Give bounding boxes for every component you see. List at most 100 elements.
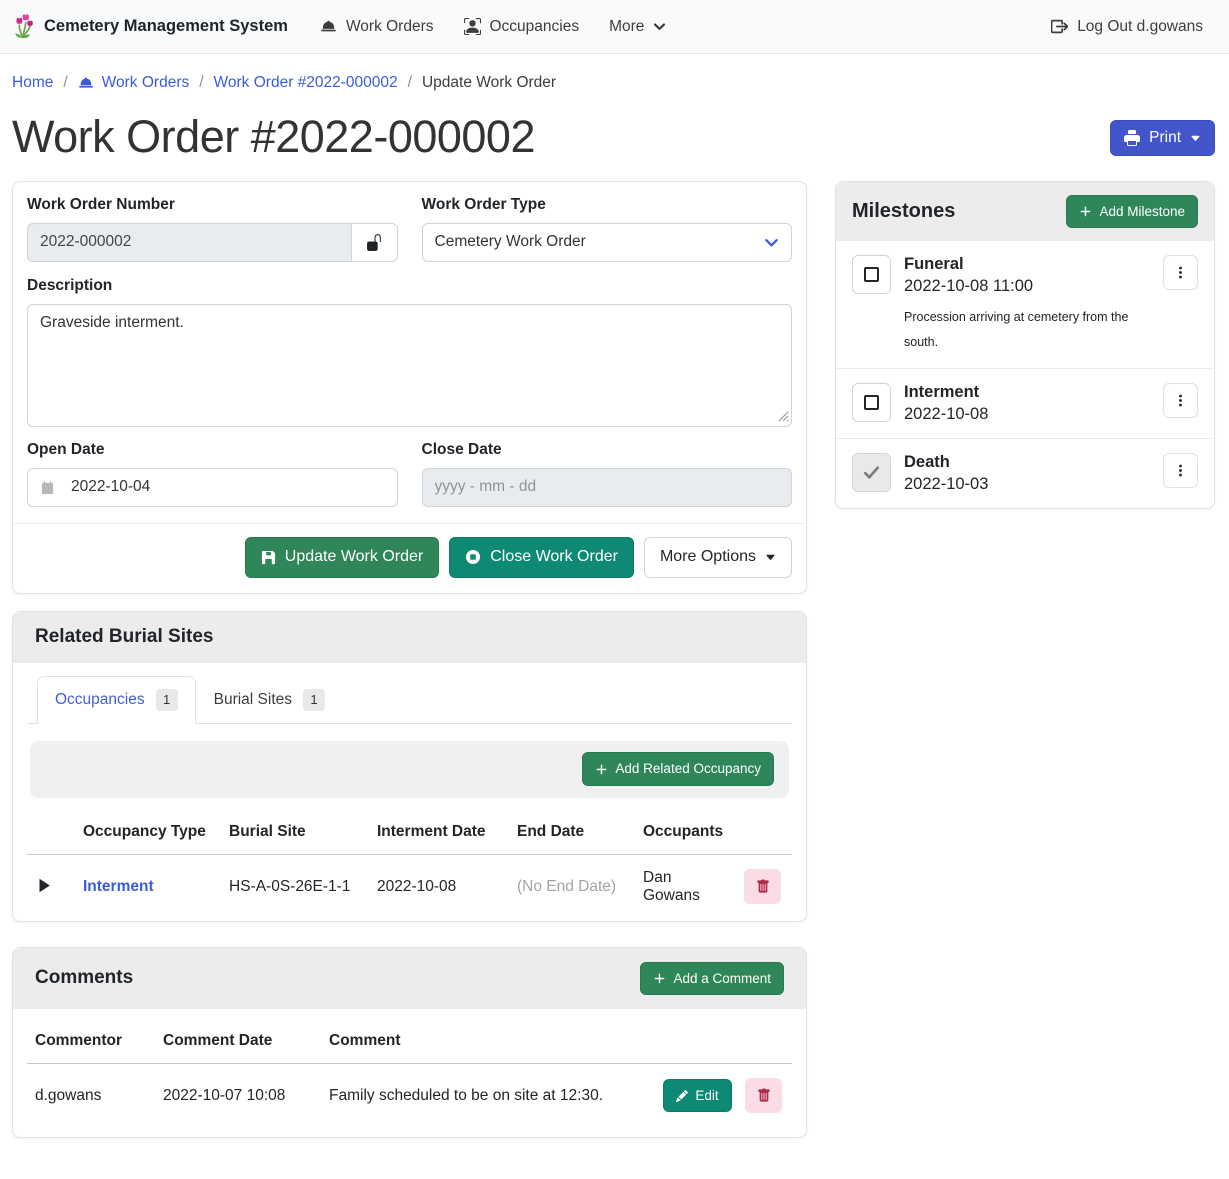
main-content: Work Order Number Work Order [0,181,1229,1179]
column-header-interment-date: Interment Date [369,810,509,855]
nav-menu: Work Orders Occupancies More [320,18,667,36]
nav-item-work-orders[interactable]: Work Orders [320,18,434,36]
person-bounding-box-icon [464,18,481,35]
nav-item-label: More [609,18,644,36]
occupancy-table-row: Interment HS-A-0S-26E-1-1 2022-10-08 (No… [27,854,792,919]
tab-label: Burial Sites [214,691,292,709]
milestone-menu-button[interactable] [1163,383,1198,418]
tab-occupancies[interactable]: Occupancies 1 [37,676,196,724]
comments-card: Comments Add a Comment Commentor Comment… [12,947,807,1139]
milestone-checkbox-checked[interactable] [852,453,891,492]
add-related-occupancy-button[interactable]: Add Related Occupancy [582,752,774,786]
more-options-label: More Options [660,547,756,568]
print-label: Print [1149,129,1181,147]
checkbox-unchecked-icon [864,395,879,410]
delete-occupancy-button[interactable] [744,869,781,904]
tulips-logo-icon [12,13,35,40]
add-related-occupancy-label: Add Related Occupancy [615,760,761,778]
open-date-label: Open Date [27,441,398,459]
milestone-name: Interment [904,383,1150,402]
trash-icon [757,1088,771,1103]
nav-item-more[interactable]: More [609,18,666,36]
tab-label: Occupancies [55,691,145,709]
column-header-actions [655,1019,792,1064]
interment-date-cell: 2022-10-08 [369,854,509,919]
update-work-order-button[interactable]: Update Work Order [245,537,439,578]
save-icon [261,550,276,565]
add-milestone-button[interactable]: Add Milestone [1066,195,1198,229]
plus-icon [653,972,666,985]
printer-icon [1124,130,1140,146]
milestone-checkbox[interactable] [852,255,891,294]
burial-site-cell: HS-A-0S-26E-1-1 [221,854,369,919]
stop-circle-icon [465,549,481,565]
milestones-header: Milestones Add Milestone [836,182,1214,242]
print-button[interactable]: Print [1110,120,1215,156]
column-header-comment: Comment [321,1019,655,1064]
breadcrumb-separator: / [199,74,203,92]
delete-comment-button[interactable] [745,1078,782,1113]
close-work-order-button[interactable]: Close Work Order [449,537,634,578]
play-triangle-icon [37,877,51,894]
nav-item-label: Occupancies [490,18,580,36]
breadcrumb-label: Work Order #2022-000002 [214,74,398,92]
expand-row-button[interactable] [35,875,53,896]
app-brand[interactable]: Cemetery Management System [12,13,288,40]
add-comment-label: Add a Comment [673,970,771,988]
column-header-comment-date: Comment Date [155,1019,321,1064]
description-label: Description [27,277,792,295]
unlock-button[interactable] [351,223,398,262]
milestone-note: Procession arriving at cemetery from the… [904,305,1150,354]
chevron-down-icon [653,20,666,33]
work-order-type-select[interactable] [422,223,793,262]
close-date-input [422,468,793,507]
milestone-date: 2022-10-03 [904,475,1150,494]
occupants-cell: Dan Gowans [635,854,736,919]
breadcrumb-home[interactable]: Home [12,74,53,92]
edit-comment-button[interactable]: Edit [663,1079,731,1113]
occupancies-table: Occupancy Type Burial Site Interment Dat… [27,810,792,919]
right-column: Milestones Add Milestone Funeral 2022-10… [835,181,1215,509]
milestone-date: 2022-10-08 [904,405,1150,424]
hardhat-icon [78,75,94,91]
work-order-type-label: Work Order Type [422,196,793,214]
left-column: Work Order Number Work Order [12,181,807,1163]
page-title: Work Order #2022-000002 [12,111,535,163]
form-actions: Update Work Order Close Work Order More … [13,523,806,579]
nav-item-occupancies[interactable]: Occupancies [464,18,580,36]
comments-header: Comments Add a Comment [13,948,806,1010]
pencil-icon [676,1090,688,1102]
edit-label: Edit [695,1087,718,1105]
more-options-button[interactable]: More Options [644,537,792,578]
logout-button[interactable]: Log Out d.gowans [1051,18,1203,36]
trash-icon [756,879,770,894]
description-textarea[interactable]: Graveside interment. [27,304,792,427]
related-burial-sites-header: Related Burial Sites [13,612,806,663]
milestone-menu-button[interactable] [1163,453,1198,488]
checkbox-unchecked-icon [864,267,879,282]
work-order-form-card: Work Order Number Work Order [12,181,807,594]
milestones-title: Milestones [852,200,955,223]
update-label: Update Work Order [285,547,423,568]
related-tabs: Occupancies 1 Burial Sites 1 [27,676,792,724]
tab-count-badge: 1 [303,689,325,711]
checkmark-icon [862,463,881,482]
logout-label: Log Out d.gowans [1077,18,1203,36]
column-header-occupants: Occupants [635,810,736,855]
top-navbar: Cemetery Management System Work Orders O… [0,0,1229,54]
milestone-checkbox[interactable] [852,383,891,422]
occupancies-toolbar: Add Related Occupancy [30,741,789,798]
occupancy-type-link[interactable]: Interment [83,878,154,895]
breadcrumb-work-order-number[interactable]: Work Order #2022-000002 [214,74,398,92]
milestone-menu-button[interactable] [1163,255,1198,290]
comment-cell: Family scheduled to be on site at 12:30. [321,1064,655,1128]
hardhat-icon [320,18,337,35]
add-comment-button[interactable]: Add a Comment [640,962,784,996]
plus-icon [595,763,608,776]
milestones-card: Milestones Add Milestone Funeral 2022-10… [835,181,1215,509]
tab-burial-sites[interactable]: Burial Sites 1 [196,676,343,724]
breadcrumb-separator: / [63,74,67,92]
open-date-input[interactable] [27,468,398,507]
work-order-number-label: Work Order Number [27,196,398,214]
breadcrumb-work-orders[interactable]: Work Orders [78,74,190,92]
